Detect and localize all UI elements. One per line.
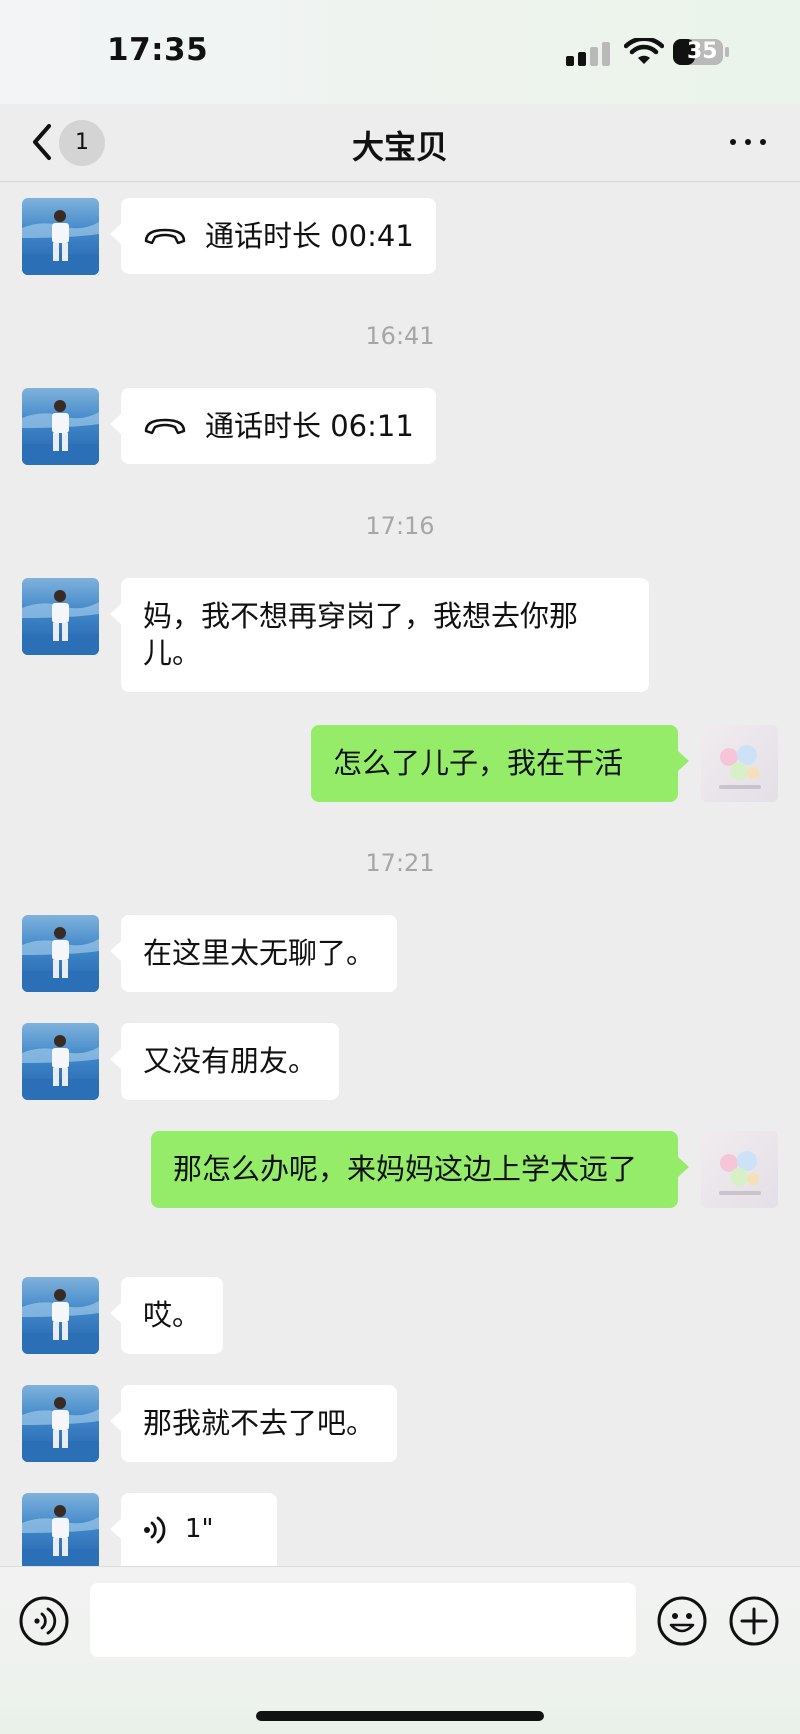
message-text: 那我就不去了吧。 xyxy=(143,1406,376,1440)
contact-avatar[interactable] xyxy=(22,1023,99,1100)
nav-bar: 1 大宝贝 xyxy=(0,104,800,182)
phone-hangup-icon xyxy=(144,228,186,245)
status-bar: 17:35 35 xyxy=(0,0,800,104)
call-duration-text: 通话时长 06:11 xyxy=(205,408,414,443)
emoji-icon[interactable] xyxy=(656,1595,708,1647)
contact-avatar[interactable] xyxy=(22,578,99,655)
message-text: 哎。 xyxy=(143,1298,202,1332)
voice-wave-icon xyxy=(144,1516,166,1543)
phone-hangup-icon xyxy=(144,418,186,435)
outgoing-message-bubble[interactable]: 那怎么办呢，来妈妈这边上学太远了 xyxy=(151,1131,689,1208)
voice-message-bubble[interactable]: 1" xyxy=(110,1493,277,1566)
outgoing-message-bubble[interactable]: 怎么了儿子，我在干活 xyxy=(311,725,689,802)
call-duration-text: 通话时长 00:41 xyxy=(205,218,414,253)
my-avatar[interactable] xyxy=(701,725,778,802)
my-avatar[interactable] xyxy=(701,1131,778,1208)
chat-input-bar xyxy=(0,1566,800,1734)
call-record-bubble[interactable]: 通话时长 00:41 xyxy=(110,198,436,274)
battery-level: 35 xyxy=(687,39,718,64)
contact-avatar[interactable] xyxy=(22,1277,99,1354)
incoming-message-bubble[interactable]: 又没有朋友。 xyxy=(109,1023,340,1100)
plus-more-icon[interactable] xyxy=(728,1595,780,1647)
message-input[interactable] xyxy=(90,1583,636,1657)
contact-avatar[interactable] xyxy=(22,915,99,992)
wifi-icon xyxy=(624,38,664,64)
cellular-signal-icon xyxy=(566,42,610,66)
voice-input-toggle-icon[interactable] xyxy=(18,1595,70,1647)
contact-avatar[interactable] xyxy=(22,388,99,465)
message-timestamp: 16:41 xyxy=(365,322,435,350)
message-text: 妈，我不想再穿岗了，我想去你那儿。 xyxy=(143,599,579,670)
message-text: 怎么了儿子，我在干活 xyxy=(333,746,624,780)
more-options-icon[interactable] xyxy=(728,134,768,150)
message-text: 又没有朋友。 xyxy=(143,1044,318,1078)
incoming-message-bubble[interactable]: 在这里太无聊了。 xyxy=(109,915,398,992)
incoming-message-bubble[interactable]: 那我就不去了吧。 xyxy=(109,1385,398,1462)
message-text: 在这里太无聊了。 xyxy=(143,936,376,970)
chat-title: 大宝贝 xyxy=(351,128,448,166)
contact-avatar[interactable] xyxy=(22,1385,99,1462)
status-time: 17:35 xyxy=(107,32,209,68)
contact-avatar[interactable] xyxy=(22,1493,99,1570)
message-text: 那怎么办呢，来妈妈这边上学太远了 xyxy=(173,1152,638,1186)
message-timestamp: 17:21 xyxy=(365,849,435,877)
home-indicator[interactable] xyxy=(256,1711,544,1721)
contact-avatar[interactable] xyxy=(22,198,99,275)
voice-duration: 1" xyxy=(185,1514,214,1544)
message-timestamp: 17:16 xyxy=(365,512,435,540)
incoming-message-bubble[interactable]: 哎。 xyxy=(109,1277,224,1354)
call-record-bubble[interactable]: 通话时长 06:11 xyxy=(110,388,436,464)
incoming-message-bubble[interactable]: 妈，我不想再穿岗了，我想去你那儿。 xyxy=(110,578,649,692)
